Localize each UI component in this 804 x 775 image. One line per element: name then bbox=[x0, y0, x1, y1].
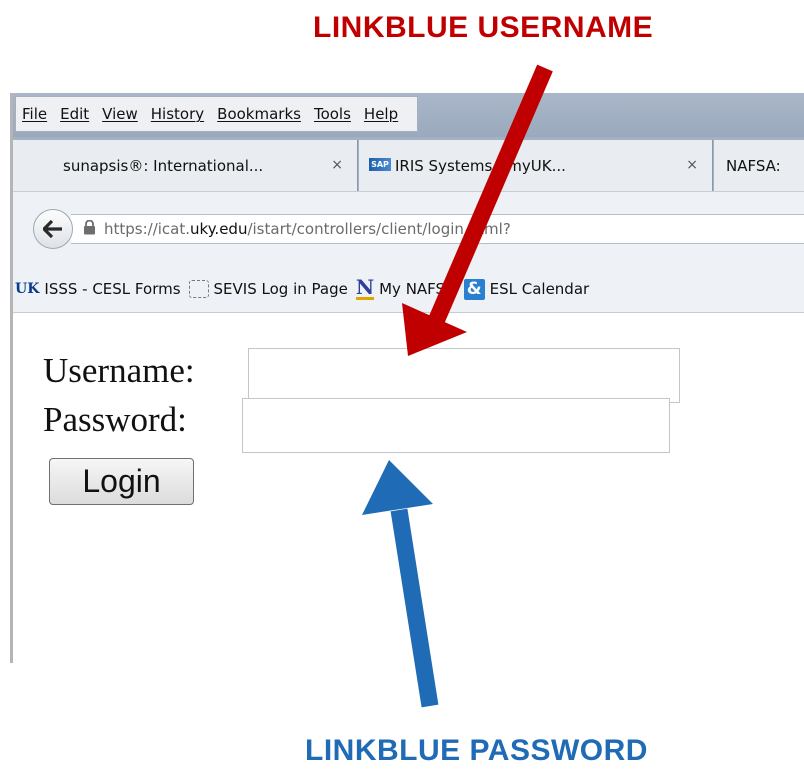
menu-edit[interactable]: Edit bbox=[60, 105, 89, 123]
username-label: Username: bbox=[43, 351, 195, 390]
sap-logo-icon: SAP bbox=[369, 158, 391, 171]
login-button[interactable]: Login bbox=[49, 458, 194, 505]
tab-title: IRIS Systems - myUK... bbox=[395, 156, 566, 175]
login-page-content: Username: Password: Login bbox=[11, 313, 804, 663]
tab-iris-systems[interactable]: SAP IRIS Systems - myUK... × bbox=[359, 140, 713, 191]
url-text: https://icat.uky.edu/istart/controllers/… bbox=[104, 220, 511, 238]
menu-history[interactable]: History bbox=[151, 105, 204, 123]
url-path: /istart/controllers/client/login.html? bbox=[247, 220, 511, 238]
bookmark-label: My NAFSA bbox=[379, 280, 456, 298]
bookmark-my-nafsa[interactable]: N My NAFSA bbox=[355, 275, 456, 300]
bookmark-isss-cesl-forms[interactable]: UK ISSS - CESL Forms bbox=[11, 280, 181, 298]
url-domain: uky.edu bbox=[190, 220, 248, 238]
menu-strip: File Edit View History Bookmarks Tools H… bbox=[15, 96, 419, 132]
bookmark-esl-calendar[interactable]: & ESL Calendar bbox=[463, 278, 590, 300]
linkblue-password-annotation: LINKBLUE PASSWORD bbox=[305, 734, 648, 767]
bookmark-sevis-log-in-page[interactable]: SEVIS Log in Page bbox=[188, 280, 348, 298]
screenshot-stage: LINKBLUE USERNAME File Edit View History… bbox=[0, 0, 804, 775]
navigation-bar: https://icat.uky.edu/istart/controllers/… bbox=[11, 191, 804, 267]
back-button[interactable] bbox=[33, 209, 73, 249]
menu-bookmarks[interactable]: Bookmarks bbox=[217, 105, 301, 123]
ampersand-icon: & bbox=[463, 278, 485, 300]
tab-close-icon[interactable]: × bbox=[331, 157, 343, 173]
menu-file[interactable]: File bbox=[22, 105, 47, 123]
dashed-page-icon bbox=[188, 280, 209, 298]
uk-logo-icon: UK bbox=[15, 281, 40, 297]
tab-strip: sunapsis®: International... × SAP IRIS S… bbox=[11, 137, 804, 191]
menu-view[interactable]: View bbox=[102, 105, 138, 123]
address-bar[interactable]: https://icat.uky.edu/istart/controllers/… bbox=[71, 214, 804, 244]
url-prefix: https://icat. bbox=[104, 220, 191, 238]
menu-help[interactable]: Help bbox=[364, 105, 398, 123]
tab-sunapsis[interactable]: sunapsis®: International... × bbox=[11, 140, 358, 191]
bookmarks-bar: UK ISSS - CESL Forms SEVIS Log in Page N… bbox=[11, 266, 804, 313]
tab-nafsa[interactable]: NAFSA: bbox=[714, 140, 804, 191]
tab-title: sunapsis®: International... bbox=[63, 156, 264, 175]
tab-close-icon[interactable]: × bbox=[686, 157, 698, 173]
lock-icon bbox=[83, 219, 96, 239]
browser-window: File Edit View History Bookmarks Tools H… bbox=[10, 93, 804, 663]
password-label: Password: bbox=[43, 400, 187, 439]
bookmark-label: ISSS - CESL Forms bbox=[44, 280, 181, 298]
tab-title: NAFSA: bbox=[726, 156, 781, 175]
linkblue-username-annotation: LINKBLUE USERNAME bbox=[313, 11, 654, 44]
menu-tools[interactable]: Tools bbox=[314, 105, 351, 123]
menu-bar: File Edit View History Bookmarks Tools H… bbox=[11, 93, 804, 137]
nafsa-icon: N bbox=[355, 275, 375, 300]
password-input[interactable] bbox=[242, 398, 670, 453]
window-edge bbox=[10, 93, 13, 663]
back-arrow-icon bbox=[43, 220, 62, 238]
bookmark-label: SEVIS Log in Page bbox=[213, 280, 348, 298]
bookmark-label: ESL Calendar bbox=[489, 280, 590, 298]
username-input[interactable] bbox=[248, 348, 680, 403]
